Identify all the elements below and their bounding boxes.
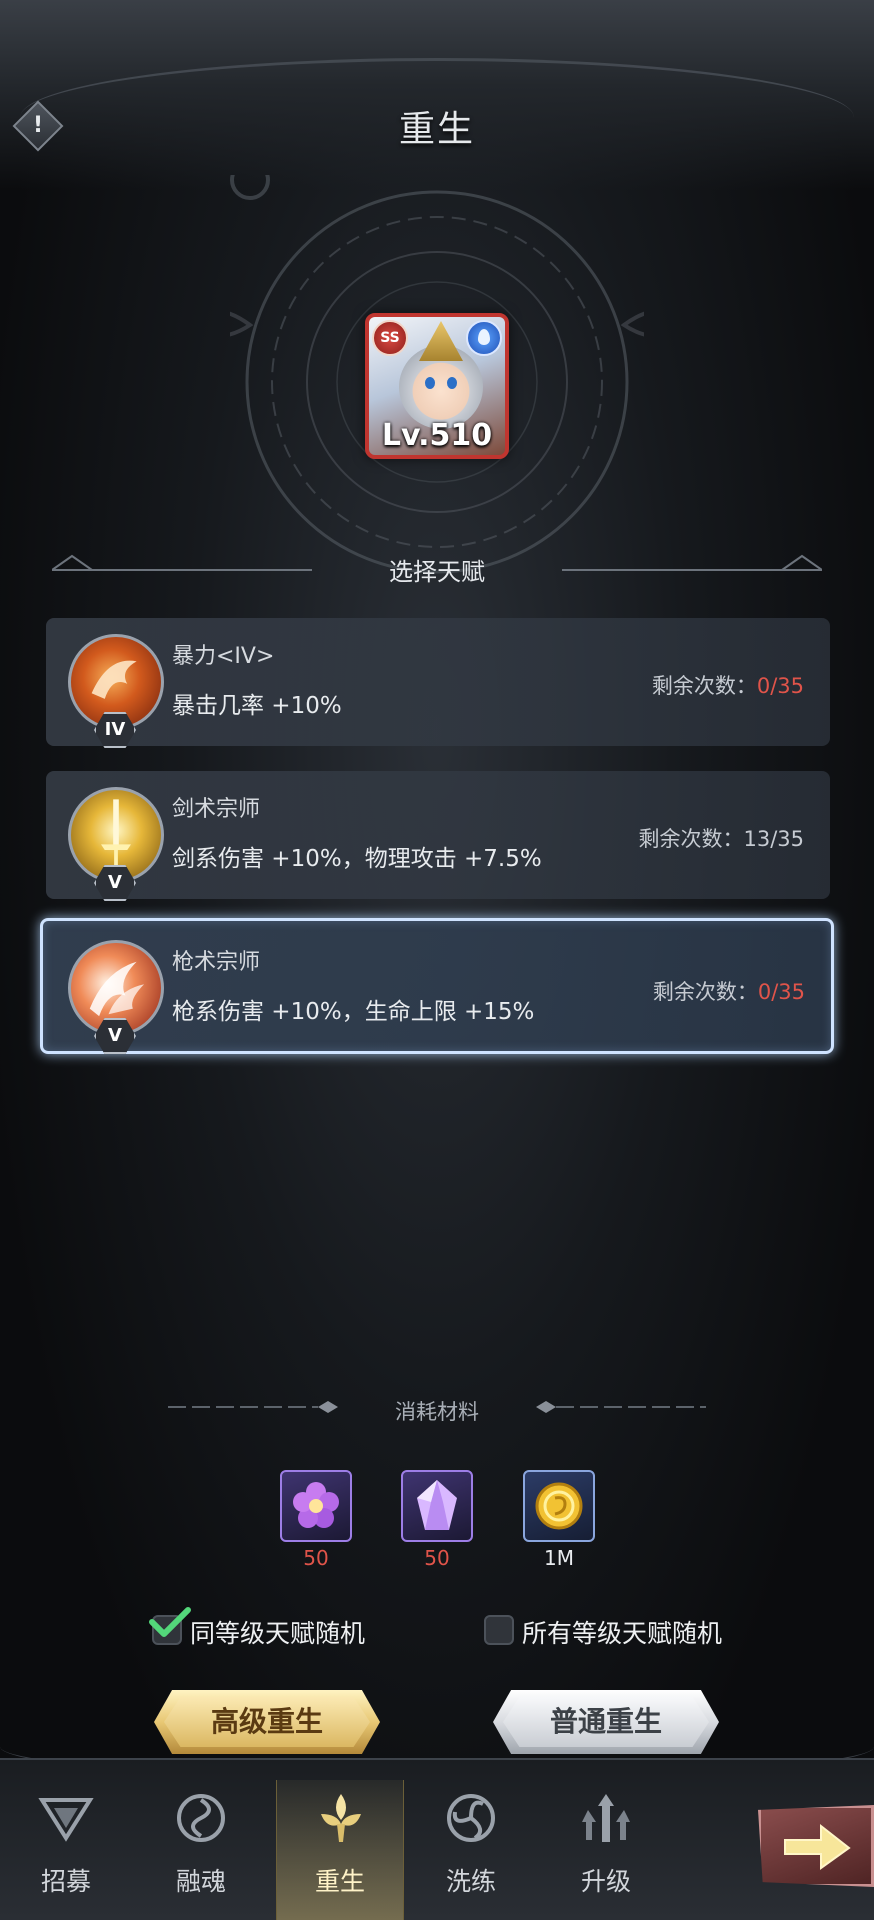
purple-flower-icon bbox=[293, 1482, 339, 1528]
same-level-label[interactable]: 同等级天赋随机 bbox=[190, 1614, 365, 1650]
select-talent-label: 选择天赋 bbox=[389, 558, 485, 586]
hero-eye-right bbox=[447, 377, 457, 389]
talent-name: 枪术宗师 bbox=[172, 950, 261, 975]
nav-recruit[interactable]: 招募 bbox=[6, 1780, 126, 1920]
arrow-right-icon bbox=[784, 1823, 851, 1870]
material-count: 50 bbox=[424, 1546, 450, 1570]
all-levels-label[interactable]: 所有等级天赋随机 bbox=[522, 1614, 722, 1650]
crystal-icon bbox=[417, 1480, 457, 1530]
water-element-icon bbox=[466, 320, 502, 356]
hero-helmet-crest bbox=[419, 321, 463, 361]
hero-card[interactable]: SS Lv.510 bbox=[365, 313, 509, 459]
talent-name: 剑术宗师 bbox=[172, 797, 261, 822]
rarity-badge: SS bbox=[372, 320, 408, 356]
nav-rebirth[interactable]: 重生 bbox=[276, 1780, 404, 1920]
material-count: 50 bbox=[303, 1546, 329, 1570]
materials-label: 消耗材料 bbox=[395, 1400, 479, 1424]
talent-description: 暴击几率 +10% bbox=[172, 693, 342, 719]
hero-level: Lv.510 bbox=[381, 418, 493, 453]
all-levels-checkbox[interactable] bbox=[484, 1615, 514, 1645]
gold-coin-icon bbox=[535, 1482, 583, 1530]
checkmark-icon bbox=[149, 1607, 191, 1637]
talent-description: 剑系伤害 +10%，物理攻击 +7.5% bbox=[172, 846, 542, 872]
material-count: 1M bbox=[544, 1546, 574, 1570]
talent-remaining: 剩余次数：0/35 bbox=[651, 674, 804, 698]
talent-row[interactable]: IV 暴力<IV> 暴击几率 +10% 剩余次数：0/35 bbox=[46, 618, 830, 748]
talent-row-selected[interactable]: V 枪术宗师 枪系伤害 +10%，生命上限 +15% 剩余次数：0/35 bbox=[40, 918, 834, 1054]
talent-remaining: 剩余次数：0/35 bbox=[652, 980, 805, 1004]
rebirth-screen: ! 重生 SS Lv.510 选择天赋 IV 暴力<IV> 暴击几率 +10% bbox=[0, 0, 874, 1920]
fuse-soul-icon bbox=[177, 1794, 225, 1842]
nav-label: 重生 bbox=[314, 1867, 365, 1896]
nav-refine[interactable]: 洗练 bbox=[411, 1780, 531, 1920]
nav-label: 升级 bbox=[580, 1867, 631, 1896]
nav-fuse-soul[interactable]: 融魂 bbox=[141, 1780, 261, 1920]
page-title: 重生 bbox=[398, 109, 475, 150]
talent-name: 暴力<IV> bbox=[172, 644, 275, 669]
material-slot[interactable] bbox=[280, 1470, 352, 1542]
recruit-icon bbox=[38, 1798, 94, 1842]
nav-upgrade[interactable]: 升级 bbox=[546, 1780, 666, 1920]
material-slot[interactable] bbox=[523, 1470, 595, 1542]
nav-label: 融魂 bbox=[175, 1867, 226, 1896]
hero-eye-left bbox=[425, 377, 435, 389]
rebirth-icon bbox=[321, 1794, 361, 1842]
talent-row[interactable]: V 剑术宗师 剑系伤害 +10%，物理攻击 +7.5% 剩余次数：13/35 bbox=[46, 771, 830, 901]
talent-remaining: 剩余次数：13/35 bbox=[638, 827, 804, 851]
refine-icon bbox=[447, 1794, 495, 1842]
nav-label: 招募 bbox=[40, 1867, 91, 1896]
next-page-button[interactable] bbox=[758, 1805, 874, 1887]
material-slot[interactable] bbox=[401, 1470, 473, 1542]
upgrade-icon bbox=[582, 1794, 630, 1842]
nav-label: 洗练 bbox=[445, 1867, 496, 1896]
talent-description: 枪系伤害 +10%，生命上限 +15% bbox=[172, 999, 535, 1025]
